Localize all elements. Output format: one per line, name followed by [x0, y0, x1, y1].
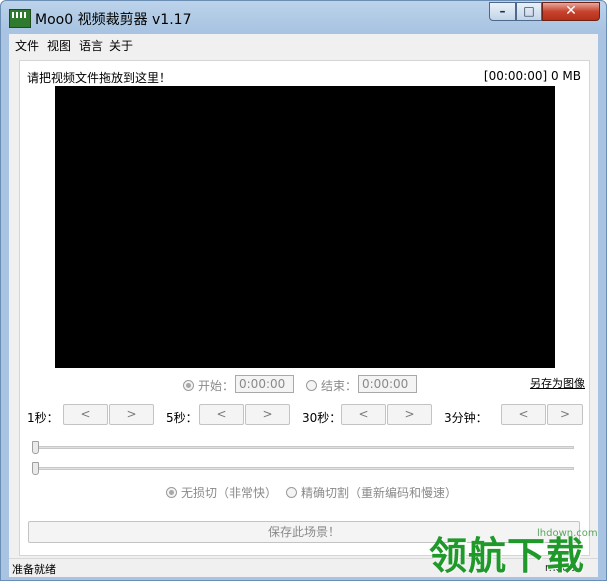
menu-view[interactable]: 视图	[47, 37, 71, 54]
menu-bar: 文件 视图 语言 关于	[9, 34, 598, 54]
minimize-button[interactable]: –	[489, 2, 516, 21]
app-film-icon	[9, 9, 31, 28]
maximize-button[interactable]: □	[516, 2, 542, 21]
step-5s-back-button[interactable]: <	[199, 404, 244, 425]
end-slider-thumb[interactable]	[32, 462, 39, 475]
step-30s-back-button[interactable]: <	[341, 404, 386, 425]
menu-about[interactable]: 关于	[109, 37, 133, 54]
step-1s-forward-button[interactable]: >	[109, 404, 154, 425]
end-label: 结束：	[321, 379, 358, 393]
video-preview[interactable]	[55, 86, 555, 368]
menu-file[interactable]: 文件	[15, 37, 39, 54]
close-icon: ✕	[565, 3, 577, 19]
step-3m-label: 3分钟：	[444, 411, 488, 425]
step-5s-label: 5秒：	[166, 411, 198, 425]
time-size-info: [00:00:00] 0 MB	[483, 69, 581, 83]
step-1s-back-button[interactable]: <	[63, 404, 108, 425]
step-30s-label: 30秒：	[302, 411, 342, 425]
title-bar[interactable]: Moo0 视频裁剪器 v1.17 – □ ✕	[1, 1, 606, 34]
minimize-icon: –	[499, 4, 506, 18]
start-radio[interactable]	[183, 380, 194, 391]
drop-hint: 请把视频文件拖放到这里！	[27, 71, 172, 85]
save-as-image-link[interactable]: 另存为图像	[530, 375, 585, 391]
start-slider-track[interactable]	[32, 446, 574, 449]
close-button[interactable]: ✕	[542, 2, 600, 21]
step-1s-label: 1秒：	[27, 411, 59, 425]
lossless-label: 无损切（非常快）	[181, 486, 278, 500]
watermark-url: lhdown.com	[537, 528, 598, 539]
end-time-field[interactable]: 0:00:00	[358, 375, 417, 393]
precise-label: 精确切割（重新编码和慢速）	[301, 486, 458, 500]
window-title: Moo0 视频裁剪器 v1.17	[35, 12, 192, 28]
lossless-radio[interactable]	[166, 487, 177, 498]
start-time-field[interactable]: 0:00:00	[235, 375, 294, 393]
main-panel: 请把视频文件拖放到这里！ [00:00:00] 0 MB 开始： 0:00:00…	[19, 60, 590, 556]
menu-language[interactable]: 语言	[79, 37, 103, 54]
end-radio[interactable]	[306, 380, 317, 391]
start-slider-thumb[interactable]	[32, 441, 39, 454]
end-slider-track[interactable]	[32, 467, 574, 470]
precise-radio[interactable]	[286, 487, 297, 498]
step-3m-forward-button[interactable]: >	[547, 404, 583, 425]
step-3m-back-button[interactable]: <	[501, 404, 546, 425]
app-window: Moo0 视频裁剪器 v1.17 – □ ✕ 文件 视图 语言 关于 请把视频文…	[0, 0, 607, 581]
start-label: 开始：	[198, 379, 235, 393]
client-area: 请把视频文件拖放到这里！ [00:00:00] 0 MB 开始： 0:00:00…	[9, 54, 598, 558]
step-5s-forward-button[interactable]: >	[245, 404, 290, 425]
status-text: 准备就绪	[12, 563, 56, 576]
step-30s-forward-button[interactable]: >	[387, 404, 432, 425]
maximize-icon: □	[523, 4, 535, 18]
